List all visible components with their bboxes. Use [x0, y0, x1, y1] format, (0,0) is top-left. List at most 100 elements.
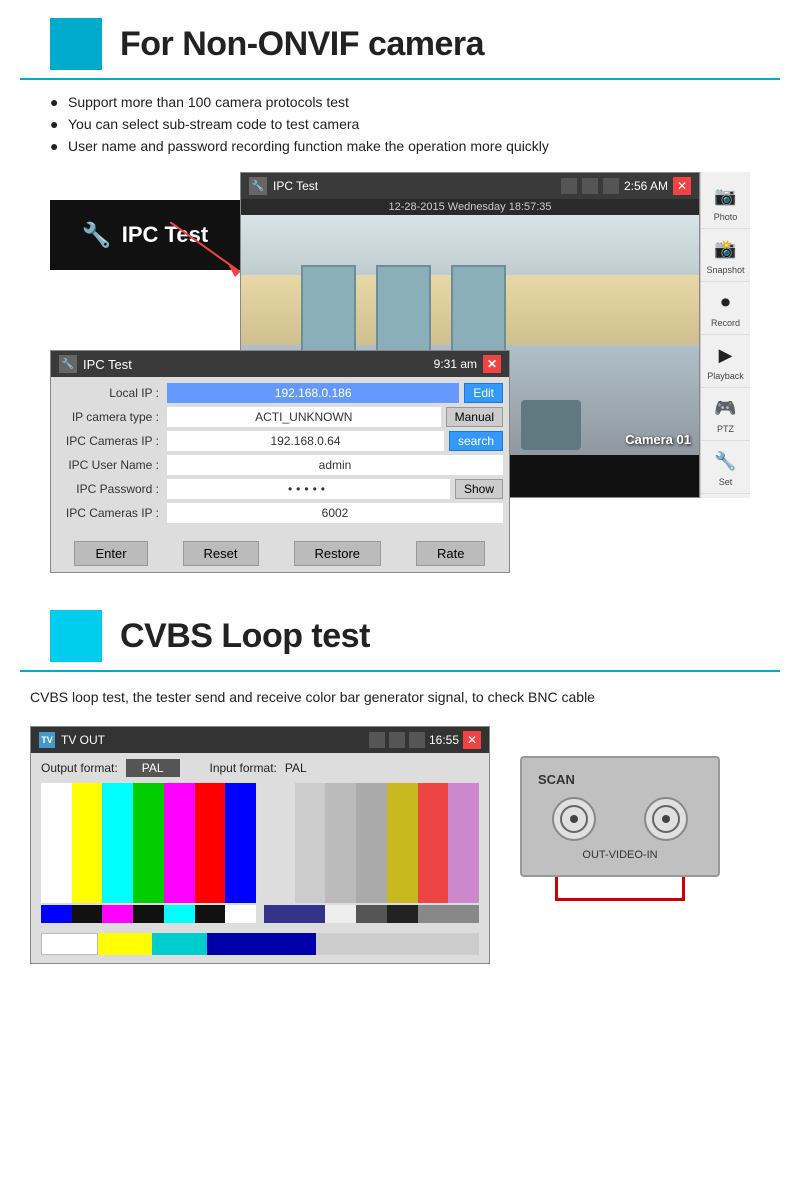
local-ip-value[interactable]: 192.168.0.186: [167, 383, 459, 403]
mini-yellow: [98, 933, 153, 955]
scan-cable-area: [520, 877, 720, 901]
ipc-composite-area: 🔧 IPC Test 🔧 IPC Test 9:31 am ✕ Local IP…: [50, 172, 750, 552]
playback-icon: ▶: [712, 341, 740, 369]
r-bar-3: [325, 783, 356, 903]
ptz-label: PTZ: [717, 424, 734, 434]
ipc-big-time: 2:56 AM: [624, 179, 668, 193]
input-format-label: Input format:: [210, 761, 277, 775]
tvout-close-btn[interactable]: ✕: [463, 731, 481, 749]
status-icon2: [582, 178, 598, 194]
scan-device: SCAN OUT-VIDEO-IN: [520, 756, 720, 901]
side-panel-record[interactable]: ⏺ Record: [701, 282, 750, 335]
cam-type-btn[interactable]: Manual: [446, 407, 503, 427]
bullet-2: You can select sub-stream code to test c…: [50, 116, 770, 132]
bottom-bar7: [225, 905, 256, 923]
section1-header: For Non-ONVIF camera: [20, 0, 780, 80]
scan-port-right-inner: [652, 805, 680, 833]
restore-btn[interactable]: Restore: [294, 541, 382, 566]
scan-port-right-dot: [662, 815, 670, 823]
bullet-list: Support more than 100 camera protocols t…: [50, 94, 770, 154]
r-bar-7: [448, 783, 479, 903]
ipc-row-local-ip: Local IP : 192.168.0.186 Edit: [57, 383, 503, 403]
output-format: Output format: PAL: [41, 759, 180, 777]
side-panel-set[interactable]: 🔧 Set: [701, 441, 750, 494]
arrow-line: [170, 222, 270, 282]
ipc-big-title-text: IPC Test: [273, 179, 318, 193]
bar-green: [133, 783, 164, 903]
left-main-bars: [41, 783, 256, 903]
rate-btn[interactable]: Rate: [416, 541, 485, 566]
snapshot-icon: 📸: [712, 235, 740, 263]
r-bottom-bar4: [387, 905, 418, 923]
reset-btn[interactable]: Reset: [183, 541, 259, 566]
scan-port-left: [552, 797, 596, 841]
ptz-icon: 🎮: [712, 394, 740, 422]
user-value[interactable]: admin: [167, 455, 503, 475]
mini-white: [41, 933, 98, 955]
ipc-big-title-icon: 🔧: [249, 177, 267, 195]
bottom-bar2: [72, 905, 103, 923]
scan-label: SCAN: [538, 772, 702, 787]
left-bottom-bars: [41, 905, 256, 923]
tvout-status-icon2: [389, 732, 405, 748]
bullet-3: User name and password recording functio…: [50, 138, 770, 154]
r-bar-1: [264, 783, 295, 903]
side-panel-snapshot[interactable]: 📸 Snapshot: [701, 229, 750, 282]
tvout-area: TV TV OUT 16:55 ✕ Output format: PAL: [30, 726, 770, 964]
output-format-label: Output format:: [41, 761, 118, 775]
section2-header: CVBS Loop test: [20, 592, 780, 672]
bottom-bar4: [133, 905, 164, 923]
tvout-status-icon3: [409, 732, 425, 748]
scan-port-right: [644, 797, 688, 841]
bar-white: [41, 783, 72, 903]
ipc-form: Local IP : 192.168.0.186 Edit IP camera …: [51, 377, 509, 533]
local-ip-label: Local IP :: [57, 386, 167, 400]
section2: CVBS Loop test CVBS loop test, the teste…: [0, 592, 800, 964]
scan-port-left-inner: [560, 805, 588, 833]
status-icon1: [561, 178, 577, 194]
mini-blue: [207, 933, 316, 955]
record-label: Record: [711, 318, 740, 328]
bar-blue: [225, 783, 256, 903]
section2-icon: [50, 610, 102, 662]
side-panel-playback[interactable]: ▶ Playback: [701, 335, 750, 388]
ipc-row-cam-type: IP camera type : ACTI_UNKNOWN Manual: [57, 407, 503, 427]
r-bottom-bar2: [325, 905, 356, 923]
cam-ip-label: IPC Cameras IP :: [57, 434, 167, 448]
pass-value[interactable]: •••••: [167, 479, 450, 499]
set-icon: 🔧: [712, 447, 740, 475]
ipc-big-subtitle: 12-28-2015 Wednesday 18:57:35: [241, 199, 699, 215]
ipc-row-pass: IPC Password : ••••• Show: [57, 479, 503, 499]
user-label: IPC User Name :: [57, 458, 167, 472]
ipc-row-user: IPC User Name : admin: [57, 455, 503, 475]
r-bar-4: [356, 783, 387, 903]
ipc-small-close[interactable]: ✕: [483, 355, 501, 373]
port-value[interactable]: 6002: [167, 503, 503, 523]
pass-btn[interactable]: Show: [455, 479, 503, 499]
section2-desc: CVBS loop test, the tester send and rece…: [30, 686, 770, 708]
side-panel-photo[interactable]: 📷 Photo: [701, 176, 750, 229]
cam-ip-btn[interactable]: search: [449, 431, 503, 451]
tvout-window: TV TV OUT 16:55 ✕ Output format: PAL: [30, 726, 490, 964]
output-format-value: PAL: [126, 759, 180, 777]
local-ip-btn[interactable]: Edit: [464, 383, 503, 403]
cam-type-value[interactable]: ACTI_UNKNOWN: [167, 407, 441, 427]
r-bar-6: [418, 783, 449, 903]
bar-magenta: [164, 783, 195, 903]
section1-title: For Non-ONVIF camera: [120, 25, 484, 64]
ipc-small-title-text: IPC Test: [83, 357, 132, 372]
tvout-formats: Output format: PAL Input format: PAL: [31, 753, 489, 783]
r-bottom-bar3: [356, 905, 387, 923]
ipc-small-titlebar: 🔧 IPC Test 9:31 am ✕: [51, 351, 509, 377]
side-panel-ptz[interactable]: 🎮 PTZ: [701, 388, 750, 441]
scan-box: SCAN OUT-VIDEO-IN: [520, 756, 720, 877]
r-bar-5: [387, 783, 418, 903]
scan-out-label: OUT-VIDEO-IN: [538, 849, 702, 861]
port-label: IPC Cameras IP :: [57, 506, 167, 520]
bar-yellow: [72, 783, 103, 903]
ipc-small-window: 🔧 IPC Test 9:31 am ✕ Local IP : 192.168.…: [50, 350, 510, 573]
cam-ip-value[interactable]: 192.168.0.64: [167, 431, 444, 451]
ipc-big-close[interactable]: ✕: [673, 177, 691, 195]
pass-label: IPC Password :: [57, 482, 167, 496]
enter-btn[interactable]: Enter: [74, 541, 147, 566]
